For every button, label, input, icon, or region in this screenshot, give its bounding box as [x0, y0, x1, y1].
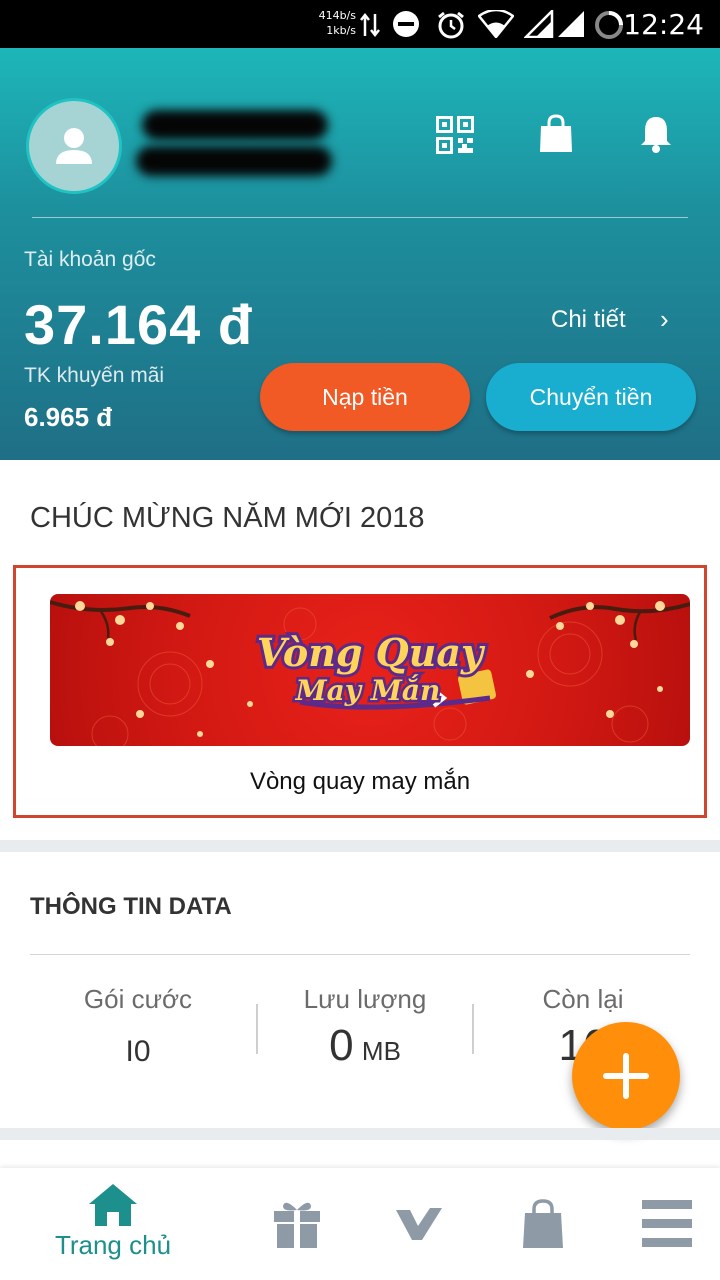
- signal-icon: [524, 10, 554, 38]
- header-divider: [32, 217, 688, 218]
- main-account-balance: 37.164 đ: [24, 293, 254, 356]
- status-time: 12:24: [623, 8, 704, 41]
- section-separator: [0, 1128, 720, 1140]
- lucky-wheel-banner[interactable]: Vòng Quay May Mắn: [50, 594, 690, 746]
- avatar[interactable]: [26, 98, 122, 194]
- data-transfer-icon: [360, 12, 380, 38]
- bell-icon[interactable]: [638, 114, 674, 154]
- battery-icon: [595, 11, 623, 39]
- usage-value-row: 0 MB: [265, 1021, 465, 1071]
- nav-menu[interactable]: [632, 1168, 702, 1280]
- status-bar: 414b/s 1kb/s 12:24: [0, 0, 720, 48]
- nav-brand[interactable]: [384, 1168, 454, 1280]
- wifi-icon: [478, 10, 514, 38]
- usage-column: Lưu lượng 0 MB: [265, 984, 465, 1071]
- nav-home-label: Trang chủ: [54, 1230, 172, 1260]
- redacted-phone: [136, 146, 332, 176]
- nav-gifts[interactable]: [262, 1168, 332, 1280]
- svg-text:Vòng Quay: Vòng Quay: [257, 630, 486, 675]
- redacted-name: [142, 110, 328, 140]
- package-column: Gói cước I0: [38, 984, 238, 1069]
- topup-button[interactable]: Nạp tiền: [260, 363, 470, 431]
- package-value: I0: [125, 1035, 151, 1068]
- nav-shop[interactable]: [508, 1168, 578, 1280]
- net-down-speed: 414b/s: [318, 9, 356, 22]
- lucky-wheel-caption: Vòng quay may mắn: [249, 768, 471, 795]
- home-icon: [89, 1184, 137, 1226]
- section-separator: [0, 840, 720, 852]
- transfer-button[interactable]: Chuyển tiền: [486, 363, 696, 431]
- plus-icon: [603, 1053, 649, 1099]
- svg-text:May Mắn: May Mắn: [295, 674, 441, 707]
- usage-header: Lưu lượng: [303, 984, 427, 1014]
- column-divider: [256, 1004, 258, 1054]
- promo-section-title: CHÚC MỪNG NĂM MỚI 2018: [30, 502, 425, 534]
- menu-icon: [642, 1200, 692, 1247]
- alarm-icon: [438, 11, 464, 39]
- banner-artwork-icon: Vòng Quay May Mắn: [50, 600, 690, 746]
- remaining-header: Còn lại: [542, 984, 624, 1014]
- column-divider: [472, 1004, 474, 1054]
- usage-unit: MB: [361, 1036, 401, 1066]
- user-icon: [56, 128, 92, 164]
- gift-icon: [274, 1202, 320, 1248]
- main-account-label: Tài khoản gốc: [24, 248, 156, 271]
- net-up-speed: 1kb/s: [326, 24, 356, 37]
- do-not-disturb-icon: [393, 11, 419, 37]
- qr-code-icon[interactable]: [436, 116, 474, 154]
- usage-value: 0: [329, 1021, 354, 1070]
- signal-icon-2: [558, 11, 584, 37]
- bottom-nav: Trang chủ: [0, 1168, 720, 1280]
- promo-account-label: TK khuyến mãi: [24, 364, 165, 387]
- shopping-bag-icon: [523, 1199, 563, 1248]
- network-speed: 414b/s 1kb/s: [312, 8, 356, 38]
- promo-account-balance: 6.965 đ: [24, 402, 113, 432]
- brand-v-icon: [396, 1208, 442, 1240]
- account-header: Tài khoản gốc 37.164 đ Chi tiết › TK khu…: [0, 48, 720, 460]
- nav-home[interactable]: Trang chủ: [44, 1168, 182, 1280]
- data-info-title: THÔNG TIN DATA: [30, 893, 232, 920]
- add-fab-button[interactable]: [572, 1022, 680, 1130]
- shopping-bag-icon[interactable]: [538, 114, 574, 154]
- data-info-divider: [30, 954, 690, 955]
- lucky-wheel-card[interactable]: Vòng Quay May Mắn Vòng quay may mắn: [13, 565, 707, 818]
- chevron-right-icon[interactable]: ›: [660, 304, 669, 335]
- package-header: Gói cước: [83, 984, 193, 1014]
- detail-link[interactable]: Chi tiết: [551, 306, 626, 334]
